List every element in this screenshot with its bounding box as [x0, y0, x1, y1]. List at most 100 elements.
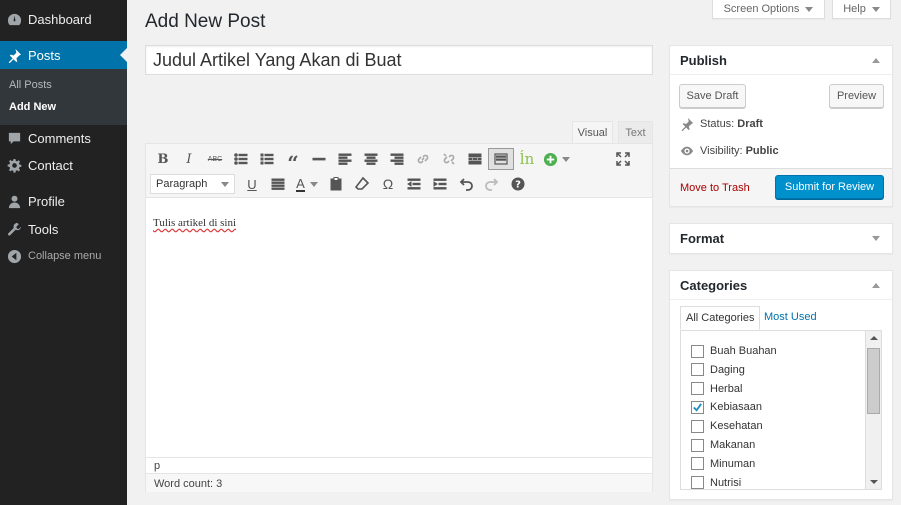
category-label: Herbal — [710, 382, 743, 395]
comment-icon — [0, 131, 28, 146]
checkbox[interactable] — [691, 382, 704, 396]
help-label: Help — [843, 3, 866, 15]
format-title: Format — [680, 231, 725, 246]
align-center-icon[interactable] — [358, 148, 384, 170]
collapse-icon — [0, 249, 28, 264]
fullscreen-icon[interactable] — [610, 148, 636, 170]
sidebar-item-profile[interactable]: Profile — [0, 187, 127, 215]
horizontal-line-icon[interactable] — [306, 148, 332, 170]
category-item[interactable]: Herbal — [691, 380, 742, 398]
word-count: Word count: 3 — [146, 473, 652, 492]
underline-icon[interactable]: U — [239, 173, 265, 195]
screen-options-button[interactable]: Screen Options — [712, 0, 825, 19]
collapse-menu-button[interactable]: Collapse menu — [0, 242, 127, 270]
post-editor: B I ABC “ ĺn Paragraph U A Ω ? Tulis art… — [145, 143, 653, 492]
indent-icon[interactable] — [427, 173, 453, 195]
redo-icon[interactable] — [479, 173, 505, 195]
format-box-header[interactable]: Format — [670, 224, 892, 253]
chevron-up-icon — [872, 283, 880, 288]
help-button[interactable]: Help — [832, 0, 891, 19]
scroll-down-icon[interactable] — [870, 480, 878, 484]
tab-most-used[interactable]: Most Used — [759, 306, 822, 330]
tab-visual[interactable]: Visual — [572, 121, 613, 144]
checkbox-checked[interactable] — [691, 400, 704, 414]
visibility-label: Visibility: — [700, 145, 743, 157]
checkbox[interactable] — [691, 419, 704, 433]
categories-title: Categories — [680, 278, 748, 293]
pin-icon — [681, 117, 694, 131]
align-right-icon[interactable] — [384, 148, 410, 170]
preview-button[interactable]: Preview — [829, 84, 884, 108]
toolbar-toggle-icon[interactable] — [488, 148, 514, 170]
format-select-value: Paragraph — [156, 178, 208, 190]
status-label: Status: — [700, 118, 735, 130]
save-draft-button[interactable]: Save Draft — [679, 84, 746, 108]
justify-icon[interactable] — [265, 173, 291, 195]
sidebar-item-contact[interactable]: Contact — [0, 151, 127, 179]
scrollbar-thumb[interactable] — [867, 348, 880, 414]
help-icon[interactable]: ? — [505, 173, 531, 195]
admin-sidebar: Dashboard Posts All Posts Add New Commen… — [0, 0, 127, 505]
undo-icon[interactable] — [453, 173, 479, 195]
checkbox[interactable] — [691, 344, 704, 358]
category-scrollbar[interactable] — [865, 331, 881, 489]
special-character-icon[interactable]: Ω — [375, 173, 401, 195]
checkbox[interactable] — [691, 457, 704, 471]
format-box: Format — [669, 223, 893, 254]
checkbox[interactable] — [691, 438, 704, 452]
clear-formatting-icon[interactable] — [349, 173, 375, 195]
italic-icon[interactable]: I — [176, 148, 202, 170]
numbered-list-icon[interactable] — [254, 148, 280, 170]
bullet-list-icon[interactable] — [228, 148, 254, 170]
sidebar-item-label: Profile — [28, 193, 65, 209]
chevron-down-icon — [805, 6, 814, 12]
post-title-input[interactable] — [145, 45, 653, 75]
submenu-add-new[interactable]: Add New — [9, 101, 56, 113]
scroll-up-icon[interactable] — [870, 336, 878, 340]
tab-text[interactable]: Text — [618, 121, 653, 144]
link-icon[interactable] — [410, 148, 436, 170]
publish-box-header[interactable]: Publish — [670, 46, 892, 75]
category-item[interactable]: Kesehatan — [691, 417, 763, 435]
sidebar-item-dashboard[interactable]: Dashboard — [0, 5, 127, 33]
checkbox[interactable] — [691, 476, 704, 489]
category-item[interactable]: Buah Buahan — [691, 342, 777, 360]
align-left-icon[interactable] — [332, 148, 358, 170]
move-to-trash-link[interactable]: Move to Trash — [680, 182, 750, 194]
submenu-all-posts[interactable]: All Posts — [9, 79, 52, 91]
unlink-icon[interactable] — [436, 148, 462, 170]
add-media-icon[interactable] — [540, 148, 572, 170]
strikethrough-icon[interactable]: ABC — [202, 148, 228, 170]
tab-all-categories[interactable]: All Categories — [680, 306, 761, 330]
category-label: Nutrisi — [710, 476, 742, 489]
sidebar-item-tools[interactable]: Tools — [0, 215, 127, 243]
format-select[interactable]: Paragraph — [150, 174, 235, 194]
read-more-icon[interactable] — [462, 148, 488, 170]
plugin-icon[interactable]: ĺn — [514, 148, 540, 170]
category-item[interactable]: Kebiasaan — [691, 398, 762, 416]
category-label: Daging — [710, 363, 745, 376]
outdent-icon[interactable] — [401, 173, 427, 195]
category-label: Makanan — [710, 439, 756, 451]
editor-content[interactable]: Tulis artikel di sini — [146, 199, 652, 457]
category-item[interactable]: Makanan — [691, 436, 755, 454]
text-color-icon[interactable]: A — [291, 173, 323, 195]
bold-icon[interactable]: B — [150, 148, 176, 170]
user-icon — [0, 194, 28, 209]
paste-text-icon[interactable] — [323, 173, 349, 195]
screen-options-label: Screen Options — [723, 3, 800, 15]
categories-box-header[interactable]: Categories — [670, 271, 892, 300]
category-item[interactable]: Daging — [691, 361, 745, 379]
sidebar-item-comments[interactable]: Comments — [0, 124, 127, 152]
category-item[interactable]: Nutrisi — [691, 474, 742, 489]
category-label: Minuman — [710, 457, 756, 470]
category-item[interactable]: Minuman — [691, 455, 755, 473]
editor-text: Tulis artikel di sini — [153, 217, 237, 229]
blockquote-icon[interactable]: “ — [280, 148, 306, 175]
submit-for-review-button[interactable]: Submit for Review — [775, 175, 884, 199]
checkbox[interactable] — [691, 363, 704, 377]
sidebar-item-label: Collapse menu — [28, 250, 102, 262]
editor-path: p — [146, 457, 652, 473]
sidebar-item-posts[interactable]: Posts — [0, 41, 127, 69]
chevron-down-icon — [871, 6, 880, 12]
